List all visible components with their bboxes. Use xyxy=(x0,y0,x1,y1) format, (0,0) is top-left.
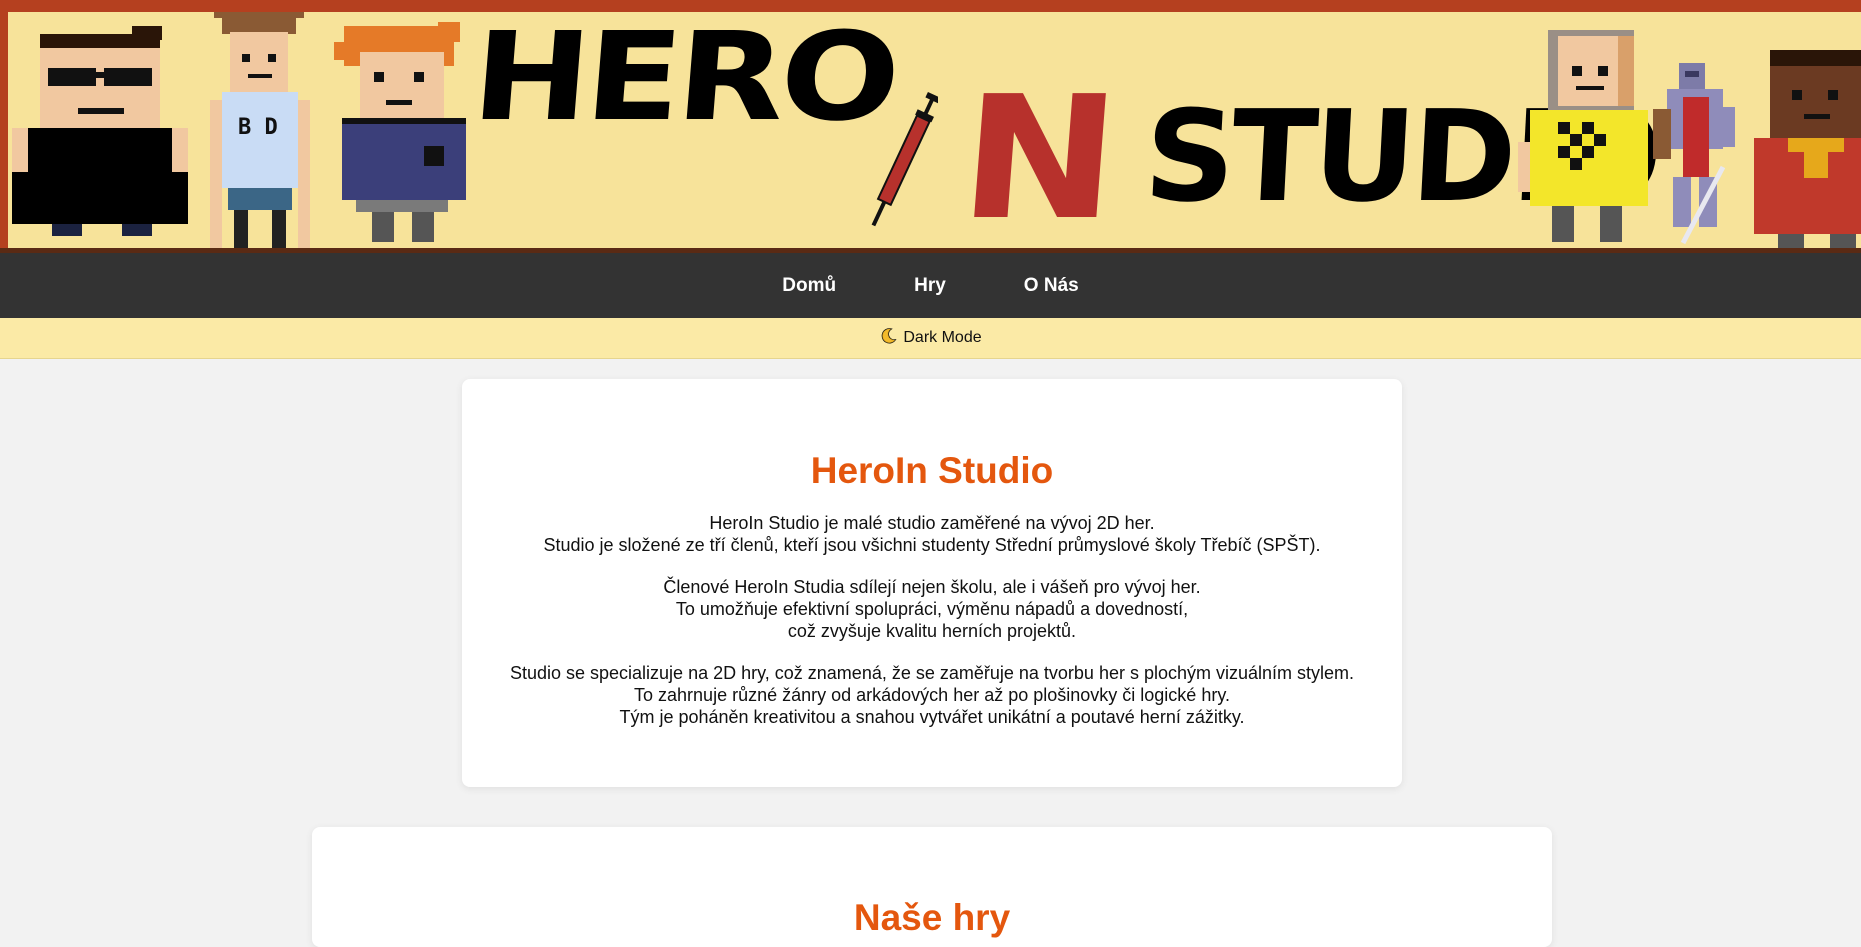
moon-icon xyxy=(879,327,897,350)
games-section-title: Naše hry xyxy=(853,897,1011,938)
games-card: Naše hry xyxy=(312,827,1552,947)
banner-bottom-border xyxy=(0,248,1861,253)
site-banner: B D HERO N STUDIO xyxy=(0,0,1861,253)
nav-item-about[interactable]: O Nás xyxy=(985,275,1118,297)
about-p3-line-2: To zahrnuje různé žánry od arkádových he… xyxy=(634,685,1230,705)
character-sunglasses-sprite xyxy=(12,26,188,236)
character-red-shirt-sprite xyxy=(1754,50,1861,248)
logo-hero-text: HERO xyxy=(467,12,901,148)
character-bd-shirt-sprite: B D xyxy=(210,12,310,248)
about-p3-line-1: Studio se specializuje na 2D hry, což zn… xyxy=(509,663,1355,683)
about-p2-line-2: To umožňuje efektivní spolupráci, výměnu… xyxy=(675,599,1189,619)
about-p2-line-1: Členové HeroIn Studia sdílejí nejen škol… xyxy=(663,577,1201,597)
svg-text:B D: B D xyxy=(238,115,278,140)
dark-mode-label: Dark Mode xyxy=(903,329,982,346)
about-p2-line-3: což zvyšuje kvalitu herních projektů. xyxy=(787,621,1077,641)
syringe-icon xyxy=(871,91,938,227)
about-title: HeroIn Studio xyxy=(810,450,1054,491)
character-knight-sprite xyxy=(1653,63,1735,245)
about-p1-line-1: HeroIn Studio je malé studio zaměřené na… xyxy=(709,513,1155,533)
theme-toggle-bar: Dark Mode xyxy=(0,318,1861,359)
dark-mode-toggle-button[interactable]: Dark Mode xyxy=(873,326,987,351)
about-p3-line-3: Tým je poháněn kreativitou a snahou vytv… xyxy=(619,707,1245,727)
logo-n-letter: N xyxy=(953,60,1126,248)
nav-item-games[interactable]: Hry xyxy=(875,275,985,297)
character-orange-hair-sprite xyxy=(334,22,466,242)
about-paragraph-3: Studio se specializuje na 2D hry, což zn… xyxy=(462,662,1402,728)
main-navigation: Domů Hry O Nás xyxy=(0,253,1861,318)
banner-artwork: B D HERO N STUDIO xyxy=(8,12,1861,248)
nav-item-home[interactable]: Domů xyxy=(743,275,875,297)
about-card: HeroIn Studio HeroIn Studio je malé stud… xyxy=(462,379,1402,787)
about-paragraph-1: HeroIn Studio je malé studio zaměřené na… xyxy=(462,512,1402,556)
about-p1-line-2: Studio je složené ze tří členů, kteří js… xyxy=(543,535,1321,555)
about-paragraph-2: Členové HeroIn Studia sdílejí nejen škol… xyxy=(462,576,1402,642)
